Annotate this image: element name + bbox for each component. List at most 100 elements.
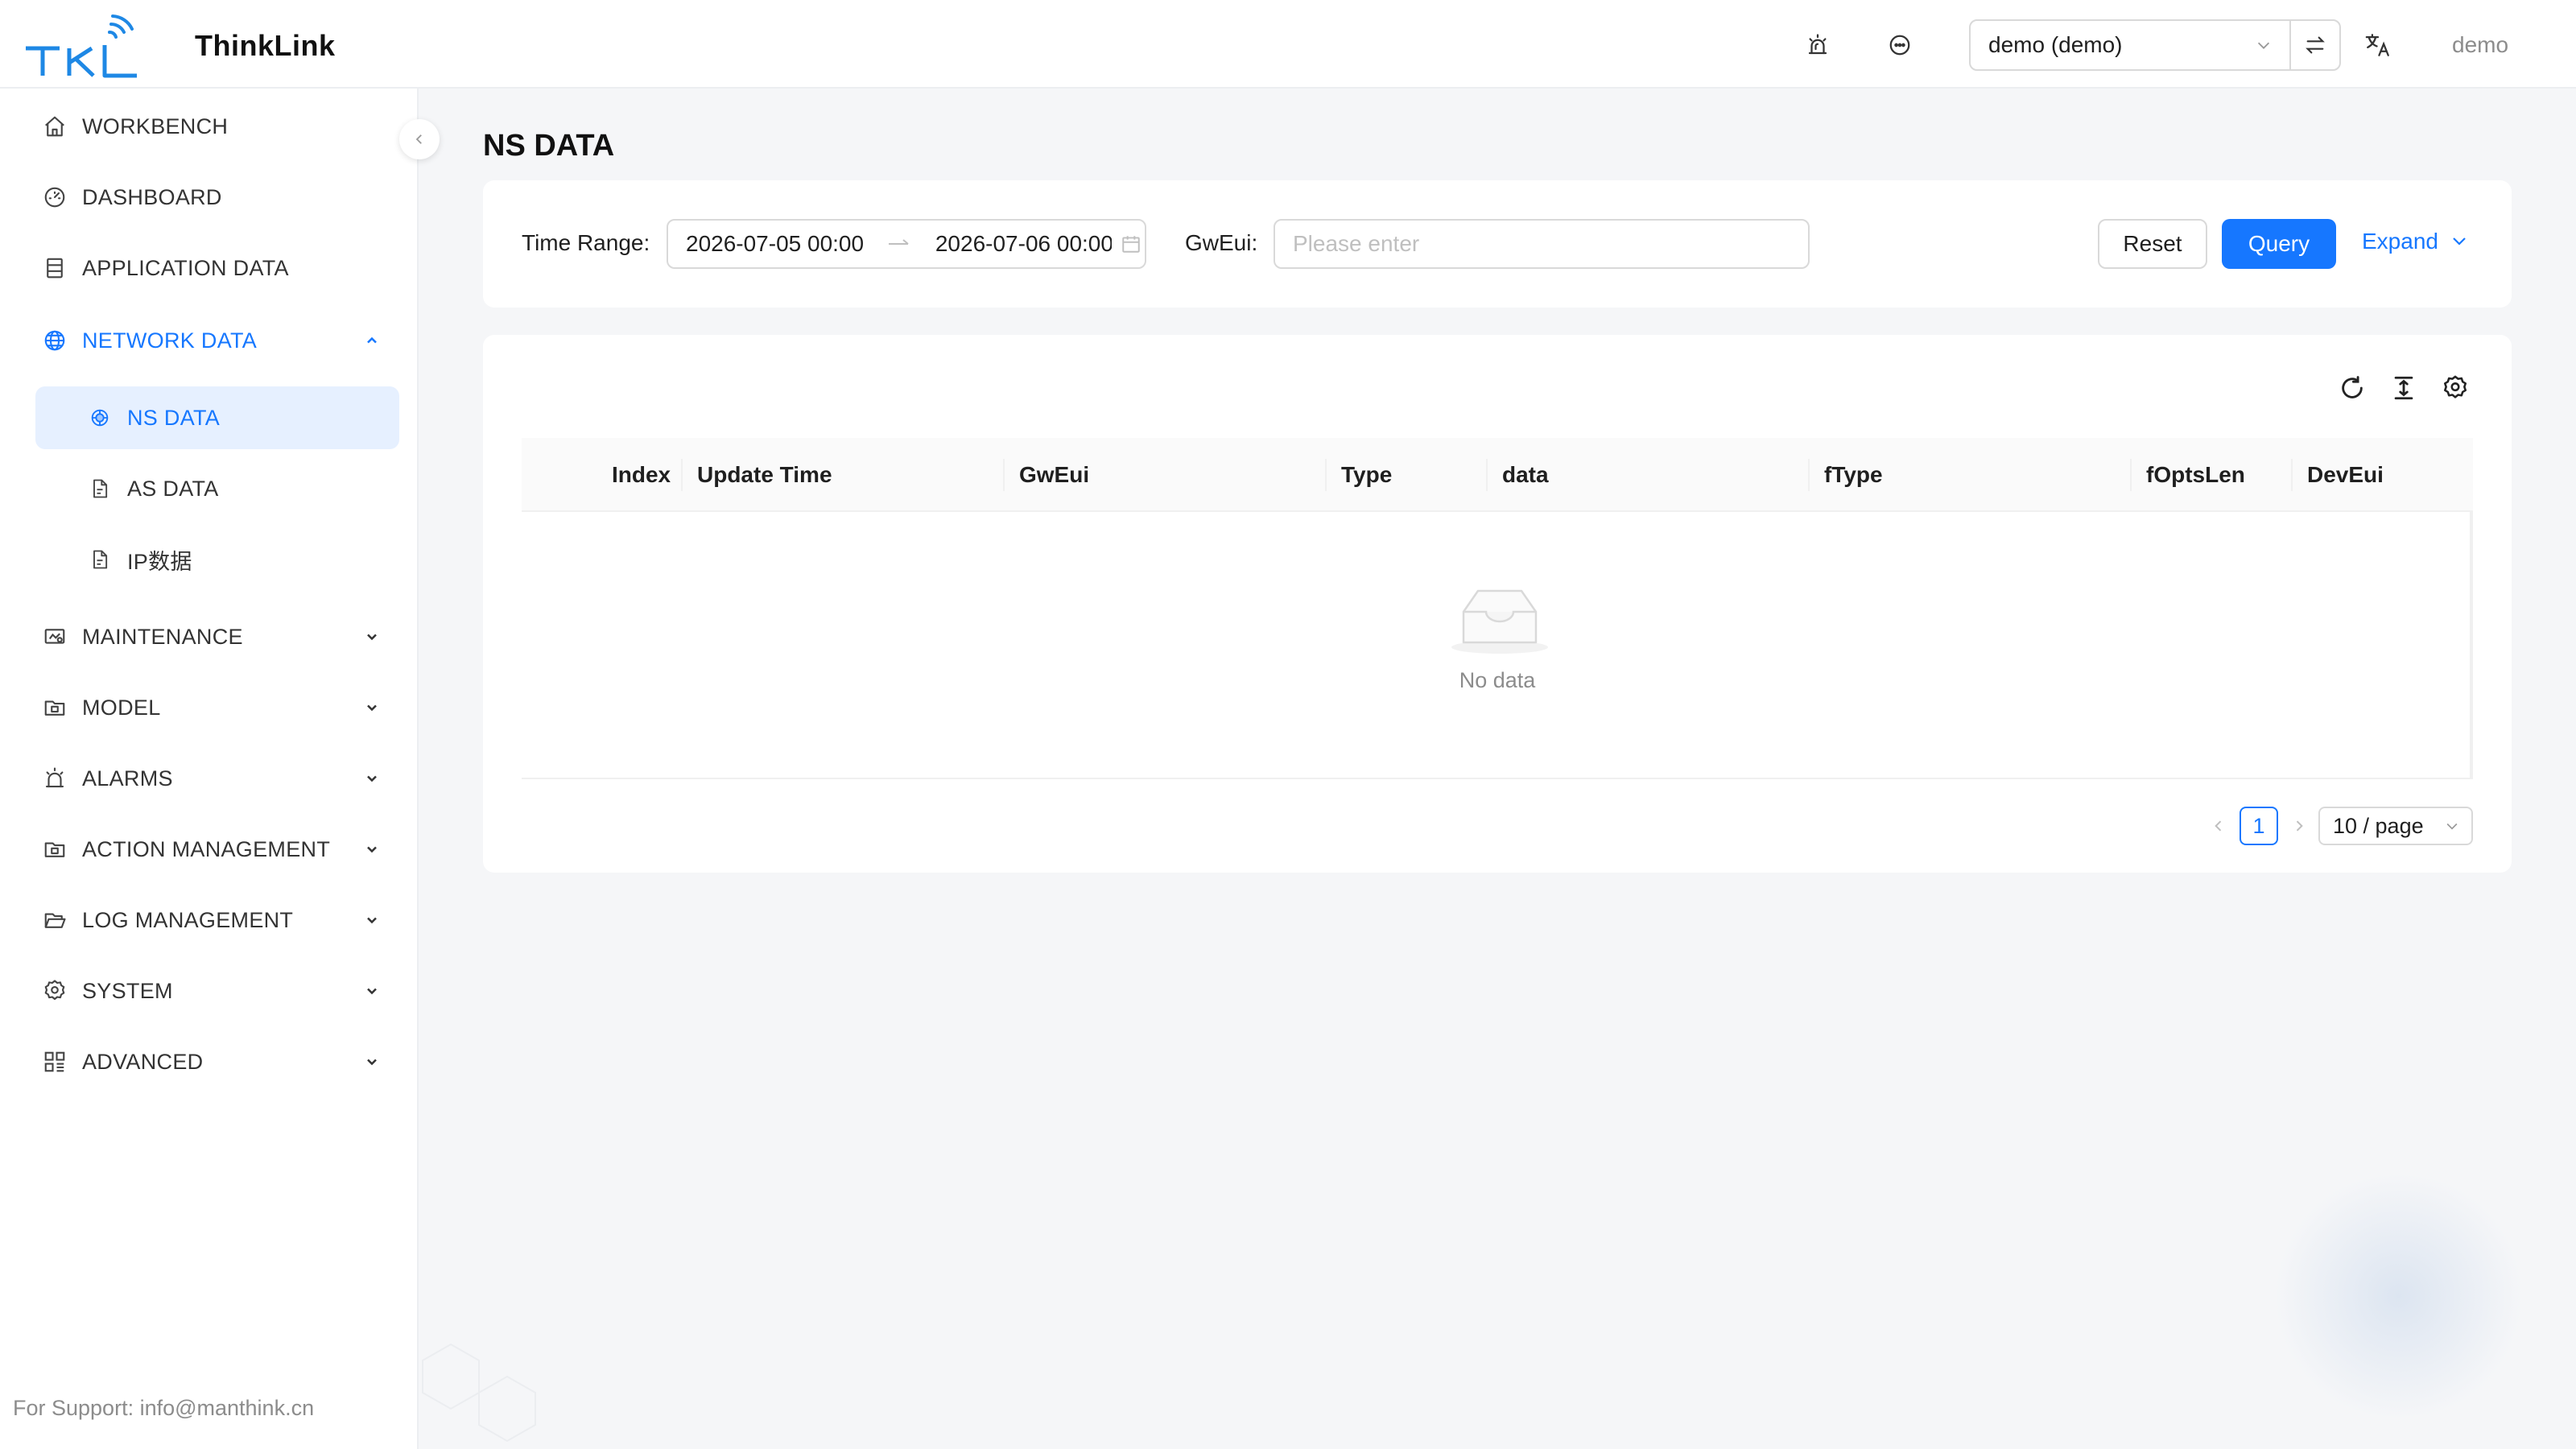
chevron-down-icon	[2248, 29, 2280, 61]
prev-page-icon[interactable]	[2206, 807, 2231, 845]
tkl-logo-icon	[26, 14, 137, 78]
column-height-icon[interactable]	[2386, 370, 2421, 406]
chevron-up-icon	[357, 326, 386, 355]
chevron-left-icon	[415, 134, 422, 144]
sidebar-item-workbench[interactable]: WORKBENCH	[35, 95, 399, 158]
column-header-type[interactable]: Type	[1341, 438, 1392, 512]
brand-name: ThinkLink	[195, 29, 336, 62]
logo-area[interactable]: ThinkLink	[24, 13, 336, 79]
column-header-index[interactable]: Index	[612, 438, 671, 512]
sidebar-item-dashboard[interactable]: DASHBOARD	[35, 166, 399, 229]
next-page-icon[interactable]	[2286, 807, 2312, 845]
sidebar-item-network-data[interactable]: NETWORK DATA	[35, 309, 399, 372]
sidebar-item-model[interactable]: MODEL	[35, 676, 399, 739]
refresh-icon[interactable]	[2334, 370, 2370, 406]
column-header-update-time[interactable]: Update Time	[697, 438, 832, 512]
alarm-icon	[40, 764, 69, 793]
page-title: NS DATA	[483, 129, 615, 163]
message-icon[interactable]	[1884, 29, 1916, 61]
chevron-down-icon	[357, 764, 386, 793]
column-header-deveui[interactable]: DevEui	[2307, 438, 2384, 512]
sidebar-item-as-data[interactable]: AS DATA	[35, 457, 399, 520]
range-end-input[interactable]: 2026-07-06 00:00	[935, 231, 1113, 257]
column-divider	[1003, 459, 1005, 491]
sidebar-item-label: APPLICATION DATA	[82, 255, 289, 280]
calendar-icon	[1117, 229, 1145, 258]
sidebar-item-label: DASHBOARD	[82, 184, 222, 209]
folder-icon	[40, 693, 69, 722]
username[interactable]: demo	[2452, 32, 2508, 58]
reset-button[interactable]: Reset	[2098, 219, 2207, 269]
page-size-value: 10 / page	[2333, 813, 2424, 838]
arrow-right-icon	[882, 237, 916, 250]
background-hexagon-pattern	[422, 1343, 536, 1443]
page-size-select[interactable]: 10 / page	[2318, 807, 2473, 845]
file-icon	[85, 474, 114, 503]
page-number[interactable]: 1	[2240, 807, 2278, 845]
column-header-ftype[interactable]: fType	[1824, 438, 1883, 512]
sidebar-item-ip-data[interactable]: IP数据	[35, 528, 399, 591]
sidebar-item-label: MAINTENANCE	[82, 624, 243, 649]
sidebar-item-label: LOG MANAGEMENT	[82, 907, 294, 932]
sidebar-item-advanced[interactable]: ADVANCED	[35, 1030, 399, 1093]
column-header-foptslen[interactable]: fOptsLen	[2146, 438, 2245, 512]
gweui-label: GwEui:	[1185, 230, 1258, 255]
empty-state-text: No data	[1459, 668, 1536, 692]
column-divider	[2130, 459, 2132, 491]
dashboard-icon	[40, 183, 69, 212]
table-panel: Index Update Time GwEui Type data fType …	[483, 335, 2512, 873]
sidebar-item-label: WORKBENCH	[82, 114, 229, 138]
chevron-down-icon	[357, 976, 386, 1005]
globe-icon	[40, 326, 69, 355]
column-header-gweui[interactable]: GwEui	[1019, 438, 1089, 512]
sidebar-item-label: ALARMS	[82, 766, 173, 791]
folder-open-icon	[40, 906, 69, 935]
chevron-down-icon	[357, 835, 386, 864]
sidebar-item-system[interactable]: SYSTEM	[35, 960, 399, 1022]
sidebar-item-label: NS DATA	[127, 405, 221, 430]
sidebar-item-log-management[interactable]: LOG MANAGEMENT	[35, 889, 399, 952]
sidebar-item-application-data[interactable]: APPLICATION DATA	[35, 237, 399, 299]
column-divider	[1486, 459, 1488, 491]
sidebar-item-label: IP数据	[127, 549, 192, 574]
column-divider	[681, 459, 683, 491]
radio-icon	[85, 403, 114, 432]
query-button[interactable]: Query	[2222, 219, 2336, 269]
monitor-icon	[40, 622, 69, 651]
alarm-bell-icon[interactable]	[1802, 29, 1834, 61]
chevron-down-icon	[357, 1047, 386, 1076]
background-glow	[2270, 1175, 2528, 1417]
sidebar-item-alarms[interactable]: ALARMS	[35, 747, 399, 810]
pagination: 1	[2206, 807, 2312, 845]
chevron-down-icon	[2453, 237, 2466, 246]
expand-filters-button[interactable]: Expand	[2362, 229, 2469, 254]
swap-icon	[2306, 36, 2325, 54]
chevron-down-icon	[357, 906, 386, 935]
column-header-data[interactable]: data	[1502, 438, 1549, 512]
column-divider	[1325, 459, 1327, 491]
sidebar-item-maintenance[interactable]: MAINTENANCE	[35, 605, 399, 668]
table-body: No data	[522, 512, 2473, 779]
gweui-input[interactable]	[1274, 219, 1810, 269]
sidebar-item-action-management[interactable]: ACTION MANAGEMENT	[35, 818, 399, 881]
chevron-down-icon	[2446, 823, 2458, 830]
collapse-sidebar-button[interactable]	[399, 119, 440, 159]
table-header: Index Update Time GwEui Type data fType …	[522, 438, 2473, 512]
chevron-down-icon	[357, 693, 386, 722]
sidebar-item-label: MODEL	[82, 695, 161, 720]
translate-icon[interactable]	[2362, 29, 2394, 61]
gear-icon	[40, 976, 69, 1005]
folder-icon	[40, 835, 69, 864]
time-range-picker[interactable]: 2026-07-05 00:00 2026-07-06 00:00	[667, 219, 1146, 269]
time-range-label: Time Range:	[522, 230, 650, 255]
settings-icon[interactable]	[2438, 370, 2473, 406]
table-scrollbar[interactable]	[2470, 512, 2473, 778]
tenant-select[interactable]: demo (demo)	[1969, 19, 2341, 71]
range-start-input[interactable]: 2026-07-05 00:00	[686, 231, 863, 257]
sidebar-item-ns-data[interactable]: NS DATA	[35, 386, 399, 449]
sidebar-item-label: NETWORK DATA	[82, 328, 258, 353]
column-divider	[2291, 459, 2293, 491]
swap-tenant-button[interactable]	[2289, 21, 2339, 69]
sidebar-item-label: AS DATA	[127, 476, 219, 501]
filter-panel: Time Range: 2026-07-05 00:00 2026-07-06 …	[483, 180, 2512, 308]
